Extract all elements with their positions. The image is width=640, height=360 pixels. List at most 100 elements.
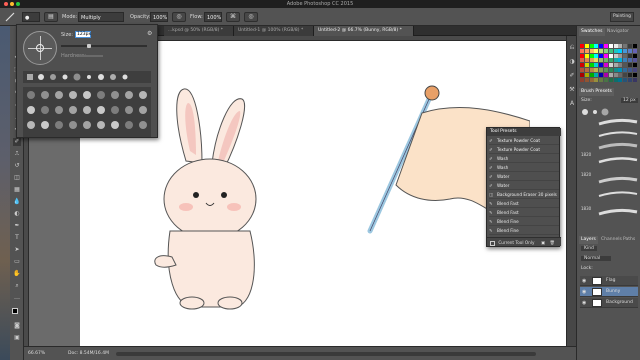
- brush-thumbnail[interactable]: [83, 91, 91, 99]
- eye-icon[interactable]: ◉: [582, 298, 586, 308]
- brush-thumbnail[interactable]: [83, 121, 91, 129]
- color-swatch[interactable]: [594, 53, 599, 58]
- tool-preset-item[interactable]: ✎ Blend Fine: [489, 218, 559, 226]
- color-swatch[interactable]: [580, 44, 584, 48]
- brush-thumbnail[interactable]: [55, 121, 63, 129]
- brush-angle-roundness-widget[interactable]: [23, 31, 57, 65]
- color-swatch[interactable]: [594, 48, 599, 53]
- hardness-slider[interactable]: [79, 55, 103, 57]
- color-swatch[interactable]: [623, 77, 628, 82]
- more-tools-icon[interactable]: …: [13, 294, 21, 302]
- color-swatch[interactable]: [628, 44, 632, 48]
- tab-document-3[interactable]: Untitled-2 @ 66.7% (Bunny, RGB/8) *: [314, 26, 414, 36]
- brush-thumbnail[interactable]: [27, 121, 35, 129]
- brush-preset-picker[interactable]: ●: [22, 12, 40, 22]
- color-swatch[interactable]: [589, 48, 594, 53]
- color-swatch[interactable]: [613, 68, 618, 72]
- color-swatch[interactable]: [604, 58, 608, 63]
- color-swatch[interactable]: [584, 63, 589, 68]
- brush-thumbnail[interactable]: [139, 121, 147, 129]
- workspace-switcher[interactable]: Painting: [610, 12, 634, 22]
- color-swatch[interactable]: [628, 68, 632, 72]
- tab-layers[interactable]: Layers: [579, 236, 598, 244]
- color-swatch[interactable]: [580, 48, 584, 53]
- color-swatch[interactable]: [580, 77, 584, 82]
- color-swatch[interactable]: [613, 48, 618, 53]
- brush-panel-toggle-button[interactable]: ▤: [44, 12, 58, 22]
- brush-thumbnail[interactable]: [125, 106, 133, 114]
- color-swatch[interactable]: [584, 53, 589, 58]
- color-swatch[interactable]: [584, 58, 589, 63]
- tab-brush-presets[interactable]: Brush Presets: [579, 88, 614, 96]
- brush-size-field[interactable]: 123px: [75, 31, 91, 38]
- airbrush-button[interactable]: ⌘: [226, 12, 240, 22]
- layer-filter-kind[interactable]: Kind: [581, 246, 597, 251]
- color-swatch[interactable]: [613, 53, 618, 58]
- color-swatch[interactable]: [632, 44, 637, 48]
- color-swatch[interactable]: [632, 68, 637, 72]
- color-swatch[interactable]: [580, 68, 584, 72]
- color-swatch[interactable]: [618, 63, 623, 68]
- color-swatch[interactable]: [580, 63, 584, 68]
- color-swatch[interactable]: [594, 63, 599, 68]
- color-swatch[interactable]: [584, 68, 589, 72]
- color-swatch[interactable]: [608, 58, 613, 63]
- screen-mode-icon[interactable]: ▣: [13, 334, 21, 342]
- brush-thumbnail[interactable]: [83, 106, 91, 114]
- color-swatch[interactable]: [589, 72, 594, 77]
- color-swatch[interactable]: [604, 48, 608, 53]
- color-swatch[interactable]: [608, 48, 613, 53]
- color-swatch[interactable]: [628, 72, 632, 77]
- color-swatch[interactable]: [618, 77, 623, 82]
- brush-thumbnail[interactable]: [97, 91, 105, 99]
- color-swatch[interactable]: [594, 68, 599, 72]
- brush-thumbnail[interactable]: [69, 91, 77, 99]
- brush-thumbnail[interactable]: [125, 121, 133, 129]
- color-swatch[interactable]: [589, 53, 594, 58]
- color-swatch[interactable]: [613, 58, 618, 63]
- swatches-grid[interactable]: [580, 44, 638, 84]
- color-swatch[interactable]: [618, 68, 623, 72]
- color-swatch[interactable]: [613, 63, 618, 68]
- eraser-tool-icon[interactable]: ◫: [13, 174, 21, 182]
- brush-thumbnail[interactable]: [111, 121, 119, 129]
- color-swatch[interactable]: [618, 48, 623, 53]
- color-swatch[interactable]: [628, 48, 632, 53]
- color-swatch[interactable]: [628, 77, 632, 82]
- color-swatch[interactable]: [584, 44, 589, 48]
- horizontal-scrollbar[interactable]: [116, 352, 536, 356]
- color-swatch[interactable]: [604, 77, 608, 82]
- color-swatch[interactable]: [604, 53, 608, 58]
- brush-thumbnail[interactable]: [111, 106, 119, 114]
- brush-size-slider-knob[interactable]: [87, 44, 91, 48]
- color-swatch[interactable]: [580, 58, 584, 63]
- brush-presets-list[interactable]: 1820 1820 1830: [579, 106, 639, 230]
- color-swatch[interactable]: [604, 68, 608, 72]
- color-swatch[interactable]: [608, 77, 613, 82]
- color-swatch[interactable]: [618, 53, 623, 58]
- brush-thumbnail[interactable]: [139, 106, 147, 114]
- pen-tool-icon[interactable]: ✒: [13, 222, 21, 230]
- character-panel-icon[interactable]: A: [568, 100, 576, 108]
- layer-row-bunny[interactable]: ◉ Bunny: [580, 287, 638, 297]
- color-swatch[interactable]: [632, 63, 637, 68]
- color-swatch[interactable]: [594, 58, 599, 63]
- gear-icon[interactable]: ⚙: [147, 30, 152, 37]
- brush-thumbnail[interactable]: [69, 121, 77, 129]
- opacity-field[interactable]: 100%: [150, 12, 168, 22]
- color-swatch[interactable]: [613, 44, 618, 48]
- type-tool-icon[interactable]: T: [13, 234, 21, 242]
- dodge-tool-icon[interactable]: ◐: [13, 210, 21, 218]
- color-swatch[interactable]: [589, 58, 594, 63]
- color-swatch[interactable]: [613, 72, 618, 77]
- color-swatch[interactable]: [608, 72, 613, 77]
- color-swatch[interactable]: [608, 53, 613, 58]
- tool-preset-item[interactable]: ✐ Water: [489, 182, 559, 190]
- blur-tool-icon[interactable]: 💧: [13, 198, 21, 206]
- tool-preset-item[interactable]: ◫ Background Eraser 30 pixels: [489, 191, 559, 199]
- color-swatch[interactable]: [599, 77, 604, 82]
- color-swatch[interactable]: [599, 44, 604, 48]
- brush-thumbnails[interactable]: [23, 87, 151, 135]
- color-swatch[interactable]: [599, 68, 604, 72]
- layer-row-flag[interactable]: ◉ Flag: [580, 276, 638, 286]
